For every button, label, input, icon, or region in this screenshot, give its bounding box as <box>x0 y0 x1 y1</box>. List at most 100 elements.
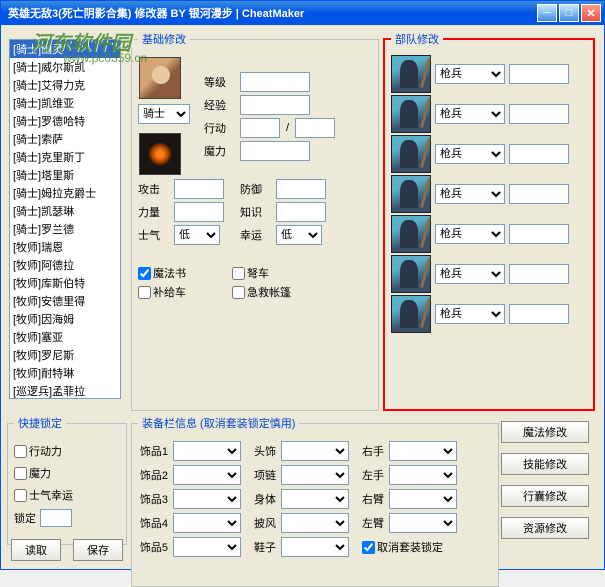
troop-count-input[interactable] <box>509 104 569 124</box>
eq-rarm-select[interactable] <box>389 489 457 509</box>
eq-head-select[interactable] <box>281 441 349 461</box>
power-input[interactable] <box>174 202 224 222</box>
list-item[interactable]: [牧师]塞亚 <box>10 328 120 346</box>
resource-edit-button[interactable]: 资源修改 <box>501 517 589 539</box>
quicklock-legend: 快捷锁定 <box>14 415 66 431</box>
troop-count-input[interactable] <box>509 304 569 324</box>
defense-input[interactable] <box>276 179 326 199</box>
list-item[interactable]: [骑士]威尔斯凯 <box>10 58 120 76</box>
list-item[interactable]: [骑士]艾得力克 <box>10 76 120 94</box>
troop-type-select[interactable]: 枪兵 <box>435 264 505 284</box>
close-button[interactable]: ✕ <box>581 4 601 22</box>
list-item[interactable]: [牧师]阿德拉 <box>10 256 120 274</box>
minimize-button[interactable]: ─ <box>537 4 557 22</box>
list-item[interactable]: [骑士]凯瑟琳 <box>10 202 120 220</box>
list-item[interactable]: [牧师]罗尼斯 <box>10 346 120 364</box>
troop-type-select[interactable]: 枪兵 <box>435 224 505 244</box>
troop-count-input[interactable] <box>509 264 569 284</box>
eq-cape-select[interactable] <box>281 513 349 533</box>
eq-rhand-select[interactable] <box>389 441 457 461</box>
level-input[interactable] <box>240 72 310 92</box>
list-item[interactable]: [骑士]塔里斯 <box>10 166 120 184</box>
skill-edit-button[interactable]: 技能修改 <box>501 453 589 475</box>
eq-lhand-select[interactable] <box>389 465 457 485</box>
troop-type-select[interactable]: 枪兵 <box>435 104 505 124</box>
list-item[interactable]: [骑士]罗兰德 <box>10 220 120 238</box>
list-item[interactable]: [牧师]安德里得 <box>10 292 120 310</box>
eq-head-label: 头饰 <box>246 443 276 459</box>
list-item[interactable]: [骑士]幽灵 <box>10 40 120 58</box>
list-item[interactable]: [骑士]罗德哈特 <box>10 112 120 130</box>
bag-edit-button[interactable]: 行囊修改 <box>501 485 589 507</box>
morale-select[interactable]: 低 <box>174 225 220 245</box>
troop-count-input[interactable] <box>509 144 569 164</box>
lock-label: 锁定 <box>14 510 36 526</box>
titlebar[interactable]: 英雄无敌3(死亡阴影合集) 修改器 BY 银河漫步 | CheatMaker ─… <box>1 1 604 25</box>
read-button[interactable]: 读取 <box>11 539 61 561</box>
list-item[interactable]: [骑士]姆拉克爵士 <box>10 184 120 202</box>
eq-trinket3-select[interactable] <box>173 489 241 509</box>
save-button[interactable]: 保存 <box>73 539 123 561</box>
eq-neck-label: 项链 <box>246 467 276 483</box>
lock-input[interactable] <box>40 509 72 527</box>
eq-trinket4-label: 饰品4 <box>138 515 168 531</box>
list-item[interactable]: [牧师]因海姆 <box>10 310 120 328</box>
hero-list[interactable]: [骑士]幽灵[骑士]威尔斯凯[骑士]艾得力克[骑士]凯维亚[骑士]罗德哈特[骑士… <box>9 39 121 399</box>
list-item[interactable]: [牧师]瑞恩 <box>10 238 120 256</box>
list-item[interactable]: [骑士]凯维亚 <box>10 94 120 112</box>
power-label: 力量 <box>138 204 168 220</box>
attack-input[interactable] <box>174 179 224 199</box>
troop-count-input[interactable] <box>509 184 569 204</box>
troop-group: 部队修改 枪兵枪兵枪兵枪兵枪兵枪兵枪兵 <box>383 31 595 411</box>
hero-class-select[interactable]: 骑士 <box>138 104 190 124</box>
window-body: [骑士]幽灵[骑士]威尔斯凯[骑士]艾得力克[骑士]凯维亚[骑士]罗德哈特[骑士… <box>1 25 604 569</box>
troop-type-select[interactable]: 枪兵 <box>435 144 505 164</box>
action-label: 行动 <box>204 120 234 136</box>
eq-neck-select[interactable] <box>281 465 349 485</box>
troop-count-input[interactable] <box>509 64 569 84</box>
spellbook-checkbox[interactable]: 魔法书 <box>138 265 186 281</box>
basic-group: 基础修改 骑士 等级 经验 行动/ 魔力 <box>131 31 379 411</box>
troop-count-input[interactable] <box>509 224 569 244</box>
exp-label: 经验 <box>204 97 234 113</box>
eq-trinket2-select[interactable] <box>173 465 241 485</box>
list-item[interactable]: [牧师]库斯伯特 <box>10 274 120 292</box>
magic-edit-button[interactable]: 魔法修改 <box>501 421 589 443</box>
mana-input[interactable] <box>240 141 310 161</box>
list-item[interactable]: [巡逻兵]孟菲拉 <box>10 382 120 399</box>
mana-label: 魔力 <box>204 143 234 159</box>
morale-label: 士气 <box>138 227 168 243</box>
knowledge-input[interactable] <box>276 202 326 222</box>
troop-type-select[interactable]: 枪兵 <box>435 184 505 204</box>
list-item[interactable]: [骑士]索萨 <box>10 130 120 148</box>
troop-row: 枪兵 <box>391 175 587 213</box>
troop-legend: 部队修改 <box>391 31 443 47</box>
quicklock-group: 快捷锁定 行动力 魔力 士气幸运 锁定 <box>7 415 127 545</box>
hascar-checkbox[interactable]: 弩车 <box>232 265 269 281</box>
supply-checkbox[interactable]: 补给车 <box>138 284 186 300</box>
eq-shoes-select[interactable] <box>281 537 349 557</box>
tent-checkbox[interactable]: 急救帐篷 <box>232 284 291 300</box>
eq-trinket5-select[interactable] <box>173 537 241 557</box>
cancel-setlock-checkbox[interactable]: 取消套装锁定 <box>362 539 443 555</box>
troop-type-select[interactable]: 枪兵 <box>435 64 505 84</box>
eq-larm-select[interactable] <box>389 513 457 533</box>
list-item[interactable]: [牧师]耐特琳 <box>10 364 120 382</box>
action-cur-input[interactable] <box>240 118 280 138</box>
equip-group: 装备栏信息 (取消套装锁定慎用) 饰品1 头饰 右手 饰品2 项链 左手 饰品3… <box>131 415 499 587</box>
list-item[interactable]: [骑士]克里斯丁 <box>10 148 120 166</box>
eq-trinket4-select[interactable] <box>173 513 241 533</box>
troop-type-select[interactable]: 枪兵 <box>435 304 505 324</box>
luck-select[interactable]: 低 <box>276 225 322 245</box>
eq-trinket1-select[interactable] <box>173 441 241 461</box>
lock-action-checkbox[interactable]: 行动力 <box>14 443 120 459</box>
maximize-button[interactable]: □ <box>559 4 579 22</box>
troop-row: 枪兵 <box>391 55 587 93</box>
lock-mana-checkbox[interactable]: 魔力 <box>14 465 120 481</box>
eq-rhand-label: 右手 <box>354 443 384 459</box>
level-label: 等级 <box>204 74 234 90</box>
exp-input[interactable] <box>240 95 310 115</box>
eq-body-select[interactable] <box>281 489 349 509</box>
lock-morale-luck-checkbox[interactable]: 士气幸运 <box>14 487 120 503</box>
action-max-input[interactable] <box>295 118 335 138</box>
